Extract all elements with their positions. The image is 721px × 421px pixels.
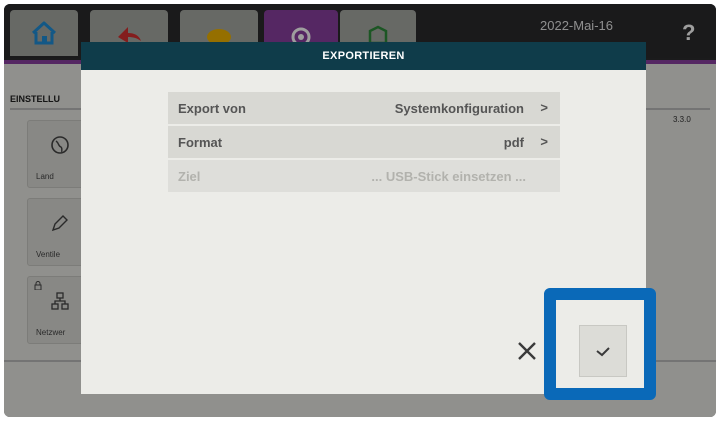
- row-value: Systemkonfiguration: [394, 101, 524, 116]
- row-format[interactable]: Format pdf >: [168, 126, 560, 158]
- row-label: Ziel: [178, 169, 201, 184]
- row-value: ... USB-Stick einsetzen ...: [371, 169, 526, 184]
- cancel-button[interactable]: [505, 326, 549, 376]
- row-ziel: Ziel ... USB-Stick einsetzen ...: [168, 160, 560, 192]
- row-export-von[interactable]: Export von Systemkonfiguration >: [168, 92, 560, 124]
- chevron-right-icon: >: [540, 134, 548, 149]
- chevron-right-icon: >: [540, 100, 548, 115]
- dialog-title: EXPORTIEREN: [81, 42, 646, 70]
- close-icon: [518, 342, 536, 360]
- row-label: Format: [178, 135, 223, 150]
- confirm-highlight-frame: [544, 288, 656, 400]
- row-value: pdf: [503, 135, 524, 150]
- row-label: Export von: [178, 101, 246, 116]
- options-list: Export von Systemkonfiguration > Format …: [168, 92, 560, 194]
